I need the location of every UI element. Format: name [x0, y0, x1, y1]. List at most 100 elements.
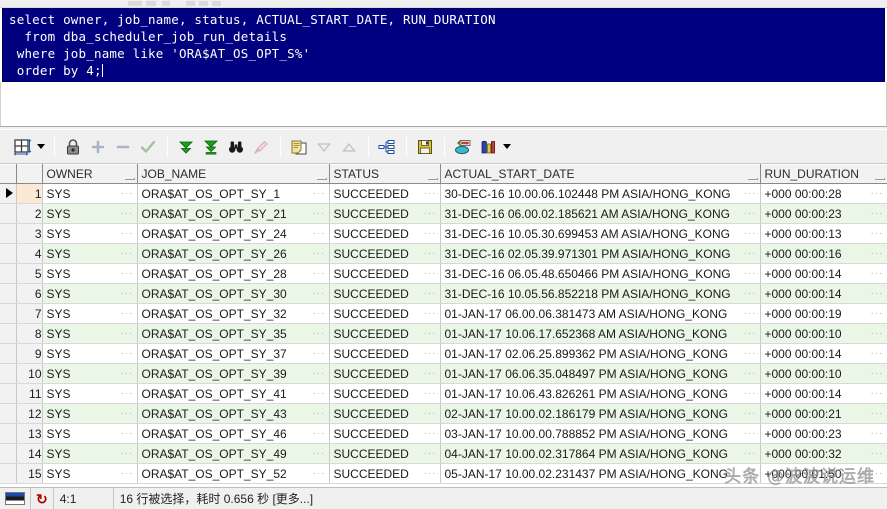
table-row[interactable]: 4 SYS ··· ORA$AT_OS_OPT_SY_26 ··· SUCCEEDED ··… — [0, 243, 887, 264]
cell-expand-ellipsis[interactable]: ··· — [424, 228, 437, 239]
row-marker[interactable] — [0, 183, 17, 204]
cell-date[interactable]: 31-DEC-16 10.05.30.699453 AM ASIA/HONG_K… — [440, 223, 761, 244]
cell-dur[interactable]: +000 00:01:50 ··· — [760, 463, 887, 484]
column-resize-grip-duration[interactable] — [874, 178, 885, 180]
fetch-all-icon[interactable] — [199, 135, 223, 159]
row-marker[interactable] — [0, 223, 17, 244]
cell-owner[interactable]: SYS ··· — [42, 423, 138, 444]
cell-expand-ellipsis[interactable]: ··· — [313, 328, 326, 339]
row-number[interactable]: 13 — [16, 423, 43, 444]
column-resize-grip-job-name[interactable] — [316, 178, 327, 180]
grid-layout-icon[interactable] — [10, 135, 34, 159]
cell-date[interactable]: 02-JAN-17 10.00.02.186179 PM ASIA/HONG_K… — [440, 403, 761, 424]
cell-expand-ellipsis[interactable]: ··· — [121, 468, 134, 479]
cell-expand-ellipsis[interactable]: ··· — [424, 368, 437, 379]
cell-dur[interactable]: +000 00:00:23 ··· — [760, 203, 887, 224]
cell-expand-ellipsis[interactable]: ··· — [871, 288, 884, 299]
cell-date[interactable]: 05-JAN-17 10.00.02.231437 PM ASIA/HONG_K… — [440, 463, 761, 484]
cell-status[interactable]: SUCCEEDED ··· — [329, 243, 441, 264]
cell-status[interactable]: SUCCEEDED ··· — [329, 363, 441, 384]
cell-owner[interactable]: SYS ··· — [42, 203, 138, 224]
table-row[interactable]: 13 SYS ··· ORA$AT_OS_OPT_SY_46 ··· SUCCEEDED ·… — [0, 423, 887, 444]
cell-owner[interactable]: SYS ··· — [42, 383, 138, 404]
cell-expand-ellipsis[interactable]: ··· — [744, 328, 757, 339]
cell-expand-ellipsis[interactable]: ··· — [744, 188, 757, 199]
cell-expand-ellipsis[interactable]: ··· — [313, 368, 326, 379]
cell-expand-ellipsis[interactable]: ··· — [424, 188, 437, 199]
cell-expand-ellipsis[interactable]: ··· — [313, 248, 326, 259]
cell-expand-ellipsis[interactable]: ··· — [424, 288, 437, 299]
cell-expand-ellipsis[interactable]: ··· — [121, 328, 134, 339]
cell-expand-ellipsis[interactable]: ··· — [871, 388, 884, 399]
chevron-down-icon-2[interactable] — [501, 135, 512, 159]
table-row[interactable]: 14 SYS ··· ORA$AT_OS_OPT_SY_49 ··· SUCCEEDED ·… — [0, 443, 887, 464]
column-resize-grip-status[interactable] — [427, 178, 438, 180]
table-row[interactable]: 6 SYS ··· ORA$AT_OS_OPT_SY_30 ··· SUCCEEDED ··… — [0, 283, 887, 304]
chevron-down-icon[interactable] — [35, 135, 46, 159]
cell-date[interactable]: 31-DEC-16 10.05.56.852218 PM ASIA/HONG_K… — [440, 283, 761, 304]
connection-indicator[interactable] — [0, 488, 31, 509]
row-number[interactable]: 11 — [16, 383, 43, 404]
cell-expand-ellipsis[interactable]: ··· — [744, 468, 757, 479]
row-marker[interactable] — [0, 283, 17, 304]
cell-owner[interactable]: SYS ··· — [42, 263, 138, 284]
row-marker[interactable] — [0, 203, 17, 224]
cell-status[interactable]: SUCCEEDED ··· — [329, 343, 441, 364]
cell-date[interactable]: 31-DEC-16 02.05.39.971301 PM ASIA/HONG_K… — [440, 243, 761, 264]
single-record-view-icon[interactable] — [451, 135, 475, 159]
cell-expand-ellipsis[interactable]: ··· — [744, 308, 757, 319]
cell-expand-ellipsis[interactable]: ··· — [121, 228, 134, 239]
cell-expand-ellipsis[interactable]: ··· — [121, 248, 134, 259]
cell-expand-ellipsis[interactable]: ··· — [424, 468, 437, 479]
cell-status[interactable]: SUCCEEDED ··· — [329, 183, 441, 204]
cell-owner[interactable]: SYS ··· — [42, 303, 138, 324]
cell-date[interactable]: 01-JAN-17 10.06.43.826261 PM ASIA/HONG_K… — [440, 383, 761, 404]
cell-owner[interactable]: SYS ··· — [42, 283, 138, 304]
cell-owner[interactable]: SYS ··· — [42, 343, 138, 364]
cell-expand-ellipsis[interactable]: ··· — [744, 428, 757, 439]
row-marker[interactable] — [0, 423, 17, 444]
cell-expand-ellipsis[interactable]: ··· — [424, 348, 437, 359]
cell-expand-ellipsis[interactable]: ··· — [121, 388, 134, 399]
column-resize-grip-date[interactable] — [747, 178, 758, 180]
cell-expand-ellipsis[interactable]: ··· — [871, 268, 884, 279]
cell-expand-ellipsis[interactable]: ··· — [121, 268, 134, 279]
cell-expand-ellipsis[interactable]: ··· — [313, 448, 326, 459]
row-marker[interactable] — [0, 403, 17, 424]
cell-expand-ellipsis[interactable]: ··· — [871, 328, 884, 339]
row-number[interactable]: 2 — [16, 203, 43, 224]
cell-expand-ellipsis[interactable]: ··· — [744, 408, 757, 419]
cell-date[interactable]: 31-DEC-16 06.00.02.185621 AM ASIA/HONG_K… — [440, 203, 761, 224]
cell-expand-ellipsis[interactable]: ··· — [424, 248, 437, 259]
cell-date[interactable]: 04-JAN-17 10.00.02.317864 PM ASIA/HONG_K… — [440, 443, 761, 464]
cell-expand-ellipsis[interactable]: ··· — [424, 428, 437, 439]
row-number[interactable]: 5 — [16, 263, 43, 284]
table-row[interactable]: 15 SYS ··· ORA$AT_OS_OPT_SY_52 ··· SUCCEEDED ·… — [0, 463, 887, 484]
cell-expand-ellipsis[interactable]: ··· — [744, 208, 757, 219]
cell-expand-ellipsis[interactable]: ··· — [744, 448, 757, 459]
row-marker[interactable] — [0, 363, 17, 384]
cell-expand-ellipsis[interactable]: ··· — [871, 468, 884, 479]
cell-expand-ellipsis[interactable]: ··· — [121, 368, 134, 379]
row-number[interactable]: 12 — [16, 403, 43, 424]
cell-status[interactable]: SUCCEEDED ··· — [329, 303, 441, 324]
cell-status[interactable]: SUCCEEDED ··· — [329, 423, 441, 444]
cell-date[interactable]: 01-JAN-17 10.06.17.652368 AM ASIA/HONG_K… — [440, 323, 761, 344]
cell-expand-ellipsis[interactable]: ··· — [871, 228, 884, 239]
cell-owner[interactable]: SYS ··· — [42, 363, 138, 384]
cell-date[interactable]: 01-JAN-17 06.00.06.381473 AM ASIA/HONG_K… — [440, 303, 761, 324]
cell-status[interactable]: SUCCEEDED ··· — [329, 383, 441, 404]
cell-job[interactable]: ORA$AT_OS_OPT_SY_37 ··· — [137, 343, 330, 364]
cell-expand-ellipsis[interactable]: ··· — [871, 448, 884, 459]
cell-expand-ellipsis[interactable]: ··· — [871, 208, 884, 219]
row-marker[interactable] — [0, 243, 17, 264]
column-header-actual-start-date[interactable]: ACTUAL_START_DATE — [440, 164, 761, 184]
cell-expand-ellipsis[interactable]: ··· — [744, 268, 757, 279]
cell-expand-ellipsis[interactable]: ··· — [424, 388, 437, 399]
cell-dur[interactable]: +000 00:00:14 ··· — [760, 383, 887, 404]
cell-expand-ellipsis[interactable]: ··· — [313, 408, 326, 419]
cell-date[interactable]: 03-JAN-17 10.00.00.788852 PM ASIA/HONG_K… — [440, 423, 761, 444]
cell-job[interactable]: ORA$AT_OS_OPT_SY_32 ··· — [137, 303, 330, 324]
cell-status[interactable]: SUCCEEDED ··· — [329, 223, 441, 244]
cell-expand-ellipsis[interactable]: ··· — [424, 308, 437, 319]
